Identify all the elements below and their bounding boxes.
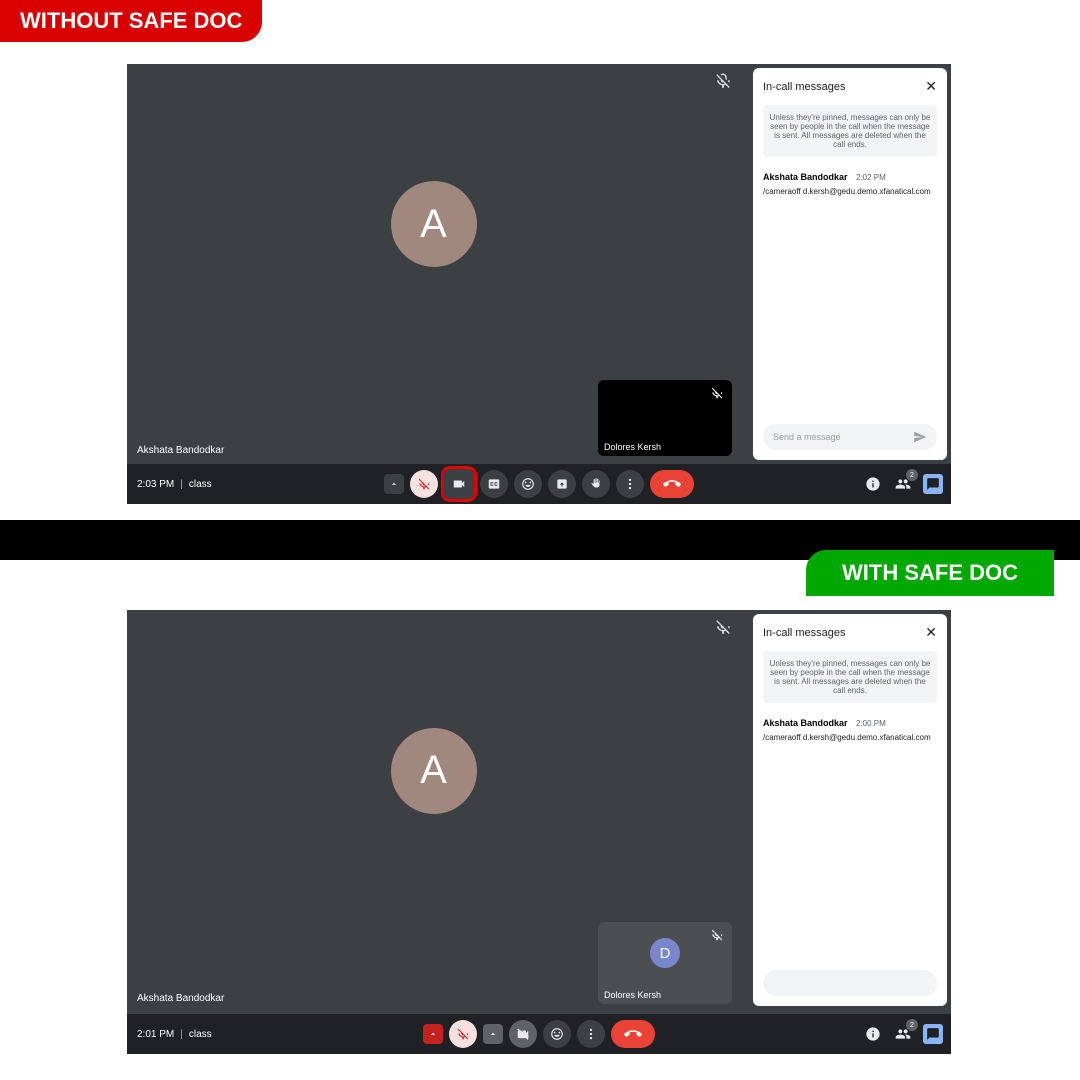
without-safe-doc-label: WITHOUT SAFE DOC bbox=[0, 0, 262, 42]
chat-button[interactable] bbox=[923, 1024, 943, 1044]
presenter-avatar: A bbox=[391, 181, 477, 267]
right-controls: 2 bbox=[863, 1024, 943, 1044]
chat-notice: Unless they're pinned, messages can only… bbox=[763, 651, 937, 703]
emoji-button[interactable] bbox=[543, 1020, 571, 1048]
chat-button[interactable] bbox=[923, 474, 943, 494]
camera-off-button[interactable] bbox=[509, 1020, 537, 1048]
separator: | bbox=[180, 479, 183, 490]
video-area: A D Dolores Kersh Akshata Bandodkar bbox=[127, 610, 740, 1012]
mic-button[interactable] bbox=[410, 470, 438, 498]
audio-options-caret[interactable] bbox=[423, 1024, 443, 1044]
mic-button[interactable] bbox=[449, 1020, 477, 1048]
presenter-name: Akshata Bandodkar bbox=[137, 445, 224, 456]
bottom-bar: 2:03 PM | class bbox=[127, 464, 951, 504]
more-options-button[interactable] bbox=[577, 1020, 605, 1048]
end-call-button[interactable] bbox=[611, 1020, 655, 1048]
info-button[interactable] bbox=[863, 474, 883, 494]
camera-button[interactable] bbox=[444, 469, 474, 499]
emoji-button[interactable] bbox=[514, 470, 542, 498]
raise-hand-button[interactable] bbox=[582, 470, 610, 498]
mic-off-icon bbox=[714, 618, 732, 636]
chat-panel: In-call messages ✕ Unless they're pinned… bbox=[753, 68, 947, 460]
participant-count: 2 bbox=[906, 1019, 918, 1031]
mic-off-icon bbox=[714, 72, 732, 90]
chat-title: In-call messages bbox=[763, 81, 846, 93]
chat-message: Akshata Bandodkar 2:02 PM /cameraoff d.k… bbox=[763, 167, 937, 196]
close-icon[interactable]: ✕ bbox=[925, 78, 937, 95]
self-view-name: Dolores Kersh bbox=[604, 990, 661, 1000]
chat-message: Akshata Bandodkar 2:00 PM /cameraoff d.k… bbox=[763, 713, 937, 742]
people-button[interactable]: 2 bbox=[893, 1024, 913, 1044]
end-call-button[interactable] bbox=[650, 470, 694, 498]
self-avatar: D bbox=[650, 938, 680, 968]
presenter-name: Akshata Bandodkar bbox=[137, 993, 224, 1004]
chat-input[interactable] bbox=[763, 970, 937, 996]
message-author: Akshata Bandodkar bbox=[763, 718, 848, 728]
send-icon[interactable] bbox=[913, 430, 927, 444]
self-view-name: Dolores Kersh bbox=[604, 442, 661, 452]
center-controls bbox=[423, 1020, 655, 1048]
clock: 2:03 PM bbox=[137, 479, 174, 490]
message-time: 2:02 PM bbox=[856, 173, 886, 182]
message-time: 2:00 PM bbox=[856, 719, 886, 728]
chat-panel: In-call messages ✕ Unless they're pinned… bbox=[753, 614, 947, 1006]
bottom-bar: 2:01 PM | class bbox=[127, 1014, 951, 1054]
meet-window-with: A D Dolores Kersh Akshata Bandodkar In-c… bbox=[127, 610, 951, 1054]
time-room: 2:03 PM | class bbox=[137, 479, 212, 490]
chat-placeholder: Send a message bbox=[773, 432, 841, 442]
center-controls bbox=[384, 469, 694, 499]
people-button[interactable]: 2 bbox=[893, 474, 913, 494]
room-name: class bbox=[189, 479, 212, 490]
message-author: Akshata Bandodkar bbox=[763, 172, 848, 182]
info-button[interactable] bbox=[863, 1024, 883, 1044]
with-safe-doc-label: WITH SAFE DOC bbox=[806, 550, 1054, 596]
right-controls: 2 bbox=[863, 474, 943, 494]
clock: 2:01 PM bbox=[137, 1029, 174, 1040]
more-options-button[interactable] bbox=[616, 470, 644, 498]
close-icon[interactable]: ✕ bbox=[925, 624, 937, 641]
time-room: 2:01 PM | class bbox=[137, 1029, 212, 1040]
present-button[interactable] bbox=[548, 470, 576, 498]
mic-off-icon bbox=[710, 386, 726, 402]
chat-notice: Unless they're pinned, messages can only… bbox=[763, 105, 937, 157]
captions-button[interactable] bbox=[480, 470, 508, 498]
audio-options-caret[interactable] bbox=[384, 474, 404, 494]
meet-window-without: A Dolores Kersh Akshata Bandodkar In-cal… bbox=[127, 64, 951, 504]
chat-title: In-call messages bbox=[763, 627, 846, 639]
chat-input[interactable]: Send a message bbox=[763, 424, 937, 450]
separator: | bbox=[180, 1029, 183, 1040]
room-name: class bbox=[189, 1029, 212, 1040]
message-body: /cameraoff d.kersh@gedu.demo.xfanatical.… bbox=[763, 187, 937, 196]
video-options-caret[interactable] bbox=[483, 1024, 503, 1044]
video-area: A Dolores Kersh Akshata Bandodkar bbox=[127, 64, 740, 464]
self-view-tile[interactable]: Dolores Kersh bbox=[598, 380, 732, 456]
participant-count: 2 bbox=[906, 469, 918, 481]
mic-off-icon bbox=[710, 928, 726, 944]
self-view-tile[interactable]: D Dolores Kersh bbox=[598, 922, 732, 1004]
message-body: /cameraoff d.kersh@gedu.demo.xfanatical.… bbox=[763, 733, 937, 742]
presenter-avatar: A bbox=[391, 728, 477, 814]
